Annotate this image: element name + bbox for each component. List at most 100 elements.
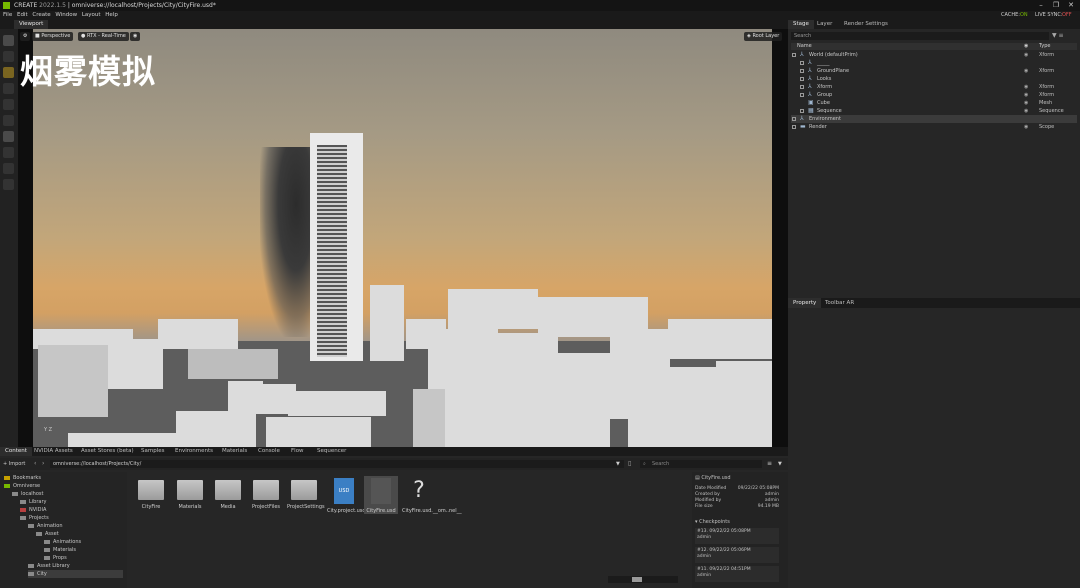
tree-item-asset-library[interactable]: Asset Library — [28, 562, 70, 570]
tab-samples[interactable]: Samples — [136, 447, 170, 456]
scale-tool-icon[interactable] — [3, 99, 14, 110]
tab-console[interactable]: Console — [253, 447, 285, 456]
tree-item-city[interactable]: City — [28, 570, 123, 578]
menu-window[interactable]: Window — [55, 12, 77, 18]
select-tool-icon[interactable] — [3, 35, 14, 46]
tab-asset-stores[interactable]: Asset Stores (beta) — [76, 447, 139, 456]
stage-row-unnamed[interactable]: ⅄ _____ — [791, 59, 1077, 67]
eye-icon[interactable]: ◉ — [1024, 99, 1028, 107]
filter-icon[interactable]: ▼ — [1052, 32, 1057, 39]
camera-select[interactable]: ■ Perspective — [32, 32, 74, 41]
stage-row-xform[interactable]: ⅄ Xform ◉ Xform — [791, 83, 1077, 91]
file-item-cityfire-omnel[interactable]: ? CityFire.usd.__om..nel__ — [402, 476, 462, 514]
filter-icon[interactable]: ▼ — [778, 460, 782, 468]
minimize-button[interactable]: – — [1034, 0, 1048, 11]
move-tool-icon[interactable] — [3, 67, 14, 78]
tree-item-asset[interactable]: Asset — [36, 530, 59, 538]
file-item-cityfire[interactable]: CityFire — [134, 476, 168, 510]
tab-flow[interactable]: Flow — [286, 447, 309, 456]
checkpoint-item[interactable]: #12. 09/22/22 05:06PM admin — [695, 547, 779, 563]
forward-arrow-icon[interactable]: › — [42, 460, 44, 468]
column-name[interactable]: Name — [797, 43, 812, 50]
eye-icon[interactable]: ◉ — [1024, 91, 1028, 99]
menu-layout[interactable]: Layout — [82, 12, 101, 18]
file-item-media[interactable]: Media — [211, 476, 245, 510]
file-item-projectfiles[interactable]: ProjectFiles — [249, 476, 283, 510]
tree-item-projects[interactable]: Projects — [20, 514, 49, 522]
eye-icon[interactable]: ◉ — [1024, 107, 1028, 115]
snap-tool-icon[interactable] — [3, 115, 14, 126]
tab-sequencer[interactable]: Sequencer — [312, 447, 351, 456]
tree-item-animation[interactable]: Animation — [28, 522, 63, 530]
menu-edit[interactable]: Edit — [17, 12, 28, 18]
tab-viewport[interactable]: Viewport — [14, 20, 49, 29]
tree-item-nvidia[interactable]: NVIDIA — [20, 506, 46, 514]
checkpoints-header[interactable]: ▾ Checkpoints — [695, 519, 779, 525]
checkpoint-item[interactable]: #11. 09/22/22 04:51PM admin — [695, 566, 779, 582]
menu-file[interactable]: File — [3, 12, 12, 18]
stage-row-environment[interactable]: ⅄ Environment — [791, 115, 1077, 123]
tree-item-omniverse[interactable]: Omniverse — [4, 482, 40, 490]
tree-item-animations[interactable]: Animations — [44, 538, 81, 546]
file-item-city-project[interactable]: USD City.project.usda — [327, 476, 369, 514]
menu-create[interactable]: Create — [32, 12, 50, 18]
tab-environments[interactable]: Environments — [170, 447, 218, 456]
tab-content[interactable]: Content — [0, 447, 32, 456]
tree-item-bookmarks[interactable]: Bookmarks — [4, 474, 41, 482]
thumbnail-size-slider[interactable] — [608, 576, 678, 583]
tree-item-localhost[interactable]: localhost — [12, 490, 43, 498]
tab-toolbar[interactable]: Toolbar AR — [820, 298, 859, 308]
rotate-tool-icon[interactable] — [3, 83, 14, 94]
tab-layer[interactable]: Layer — [812, 20, 837, 29]
eye-icon[interactable]: ◉ — [1024, 123, 1028, 131]
viewport-3d[interactable]: ⚙ ■ Perspective ● RTX - Real-Time ◉ ◈ Ro… — [18, 29, 788, 447]
root-layer-button[interactable]: ◈ Root Layer — [744, 32, 783, 41]
pointer-tool-icon[interactable] — [3, 51, 14, 62]
bookmark-icon[interactable]: ▯ — [628, 460, 631, 468]
tree-item-library[interactable]: Library — [20, 498, 46, 506]
menu-help[interactable]: Help — [105, 12, 118, 18]
options-icon[interactable]: ≡ — [1059, 32, 1064, 39]
stop-icon[interactable] — [3, 147, 14, 158]
stage-row-groundplane[interactable]: ⅄ GroundPlane ◉ Xform — [791, 67, 1077, 75]
stage-row-looks[interactable]: ⅄ Looks — [791, 75, 1077, 83]
eye-icon[interactable]: ◉ — [1024, 51, 1028, 59]
tab-property[interactable]: Property — [788, 298, 822, 308]
stage-row-cube[interactable]: ▣ Cube ◉ Mesh — [791, 99, 1077, 107]
stage-row-sequence[interactable]: ▦ Sequence ◉ Sequence — [791, 107, 1077, 115]
search-tool-icon[interactable] — [3, 163, 14, 174]
maximize-button[interactable]: ❐ — [1049, 0, 1063, 11]
tree-item-materials[interactable]: Materials — [44, 546, 76, 554]
stage-search-input[interactable]: Search — [791, 32, 1049, 40]
tab-render-settings[interactable]: Render Settings — [839, 20, 893, 29]
file-item-cityfire-usd[interactable]: CityFire.usd — [364, 476, 398, 514]
file-item-materials[interactable]: Materials — [173, 476, 207, 510]
file-item-projectsettings[interactable]: ProjectSettings — [287, 476, 325, 510]
stage-row-render[interactable]: ▬ Render ◉ Scope — [791, 123, 1077, 131]
tab-stage[interactable]: Stage — [788, 20, 814, 29]
dropdown-icon[interactable]: ▼ — [616, 460, 620, 468]
checkpoint-item[interactable]: #13. 09/22/22 05:08PM admin — [695, 528, 779, 544]
renderer-select[interactable]: ● RTX - Real-Time — [78, 32, 129, 41]
paint-tool-icon[interactable] — [3, 179, 14, 190]
visibility-eye-icon[interactable]: ◉ — [130, 32, 141, 41]
tab-nvidia-assets[interactable]: NVIDIA Assets — [29, 447, 78, 456]
eye-icon[interactable]: ◉ — [1024, 43, 1028, 50]
eye-icon[interactable]: ◉ — [1024, 83, 1028, 91]
content-search-input[interactable]: Search — [640, 460, 762, 468]
import-button[interactable]: + Import — [3, 460, 25, 468]
list-view-icon[interactable]: ≡ — [767, 460, 772, 468]
tree-item-props[interactable]: Props — [44, 554, 67, 562]
column-type[interactable]: Type — [1039, 43, 1050, 50]
path-input[interactable]: omniverse://localhost/Projects/City/ — [50, 460, 624, 468]
settings-icon[interactable]: ⚙ — [20, 32, 31, 41]
tab-materials[interactable]: Materials — [217, 447, 252, 456]
pause-icon[interactable] — [3, 131, 14, 142]
back-arrow-icon[interactable]: ‹ — [34, 460, 36, 468]
cache-status[interactable]: ON — [1020, 11, 1028, 20]
stage-row-world[interactable]: ⅄ World (defaultPrim) ◉ Xform — [791, 51, 1077, 59]
eye-icon[interactable]: ◉ — [1024, 67, 1028, 75]
stage-row-group[interactable]: ⅄ Group ◉ Xform — [791, 91, 1077, 99]
livesync-status[interactable]: OFF — [1062, 11, 1072, 20]
close-button[interactable]: ✕ — [1064, 0, 1078, 11]
